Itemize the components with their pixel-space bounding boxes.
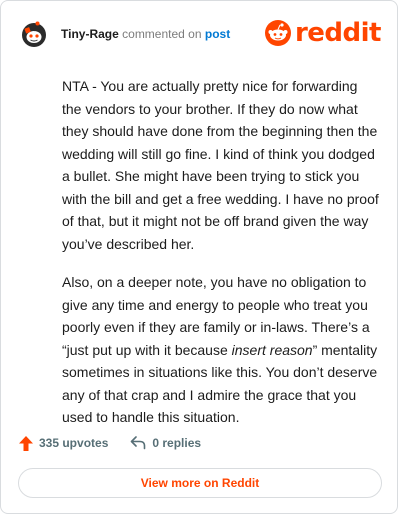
author-line: Tiny-Rage commented on post [61, 26, 230, 42]
reddit-logo[interactable]: reddit [264, 18, 382, 48]
comment-stats: 335 upvotes 0 replies [19, 433, 223, 453]
author-name[interactable]: Tiny-Rage [61, 27, 119, 41]
comment-italic-text: insert reason [231, 341, 313, 358]
commented-on-text: commented on [122, 27, 202, 41]
comment-paragraph: NTA - You are actually pretty nice for f… [62, 78, 379, 252]
reply-arrow-icon [131, 436, 146, 450]
upvote-count: 335 upvotes [39, 436, 109, 450]
reply-stat[interactable]: 0 replies [130, 436, 201, 450]
upvote-arrow-icon [19, 435, 33, 451]
reply-count: 0 replies [152, 436, 202, 450]
upvote-stat[interactable]: 335 upvotes [19, 435, 109, 451]
post-link[interactable]: post [205, 27, 230, 41]
reddit-snoo-icon [264, 20, 291, 46]
reddit-wordmark: reddit [294, 18, 382, 48]
comment-paragraph: Also, on a deeper note, you have no obli… [62, 271, 380, 429]
avatar-icon[interactable] [19, 19, 49, 49]
comment-header: Tiny-Rage commented on post reddit [17, 15, 382, 55]
embedded-comment-card: Tiny-Rage commented on post reddit NTA -… [0, 0, 398, 514]
view-more-button[interactable]: View more on Reddit [18, 468, 382, 498]
comment-body: NTA - You are actually pretty nice for f… [62, 75, 380, 445]
